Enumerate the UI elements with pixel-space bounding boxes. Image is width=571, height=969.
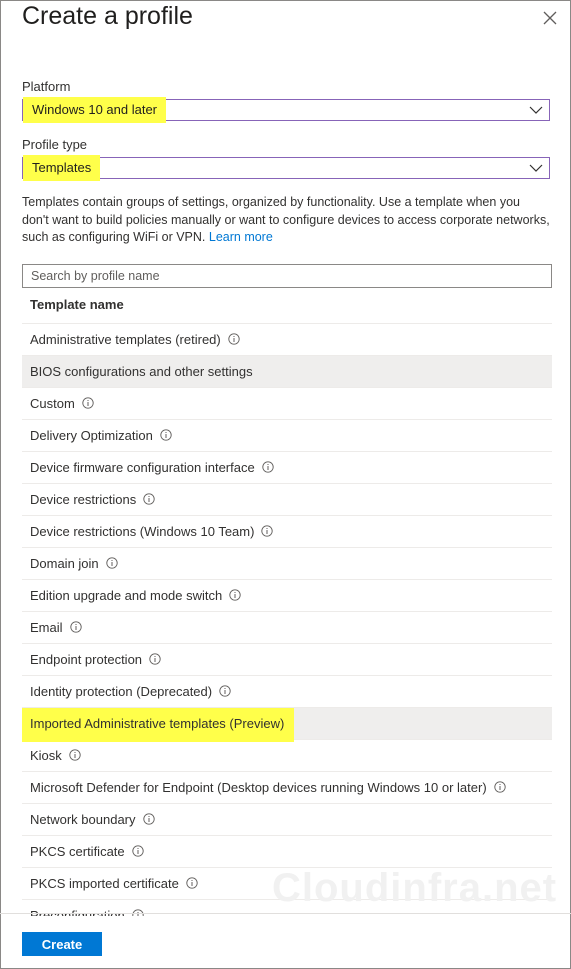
- info-icon[interactable]: [229, 589, 241, 601]
- template-name: PKCS certificate: [30, 844, 125, 859]
- template-row[interactable]: Email: [22, 612, 552, 644]
- template-name: Imported Administrative templates (Previ…: [30, 716, 285, 731]
- template-row[interactable]: Device restrictions (Windows 10 Team): [22, 516, 552, 548]
- profile-type-description: Templates contain groups of settings, or…: [22, 194, 550, 247]
- template-list: Administrative templates (retired) BIOS c…: [22, 324, 552, 916]
- template-row[interactable]: Network boundary: [22, 804, 552, 836]
- template-name: Edition upgrade and mode switch: [30, 588, 223, 603]
- info-icon[interactable]: [228, 333, 240, 345]
- template-name: Custom: [30, 396, 75, 411]
- template-name: Endpoint protection: [30, 652, 143, 667]
- template-row[interactable]: Custom: [22, 388, 552, 420]
- template-row[interactable]: Endpoint protection: [22, 644, 552, 676]
- info-icon[interactable]: [494, 781, 506, 793]
- platform-label: Platform: [22, 79, 71, 94]
- template-row-content: Device firmware configuration interface: [30, 460, 274, 475]
- template-name: Delivery Optimization: [30, 428, 153, 443]
- template-row-content: PKCS imported certificate: [30, 876, 198, 891]
- template-name: Network boundary: [30, 812, 136, 827]
- template-name: Microsoft Defender for Endpoint (Desktop…: [30, 780, 487, 795]
- create-button[interactable]: Create: [22, 932, 102, 956]
- footer-divider: [0, 913, 571, 914]
- template-row[interactable]: Domain join: [22, 548, 552, 580]
- template-name: Device restrictions (Windows 10 Team): [30, 524, 255, 539]
- template-row[interactable]: Delivery Optimization: [22, 420, 552, 452]
- info-icon[interactable]: [143, 493, 155, 505]
- template-row-content: Custom: [30, 396, 94, 411]
- template-row[interactable]: Imported Administrative templates (Previ…: [22, 708, 552, 742]
- profile-type-select[interactable]: Templates: [22, 155, 550, 181]
- search-input[interactable]: [22, 264, 552, 288]
- template-name: Identity protection (Deprecated): [30, 684, 213, 699]
- template-name: Device restrictions: [30, 492, 137, 507]
- template-row[interactable]: Microsoft Defender for Endpoint (Desktop…: [22, 772, 552, 804]
- template-name: Device firmware configuration interface: [30, 460, 255, 475]
- template-row-content: Imported Administrative templates (Previ…: [30, 716, 284, 731]
- template-row[interactable]: PKCS certificate: [22, 836, 552, 868]
- info-icon[interactable]: [160, 429, 172, 441]
- template-row-content: Endpoint protection: [30, 652, 161, 667]
- template-name: Email: [30, 620, 63, 635]
- template-row-content: Microsoft Defender for Endpoint (Desktop…: [30, 780, 506, 795]
- template-row[interactable]: Edition upgrade and mode switch: [22, 580, 552, 612]
- template-row[interactable]: Device restrictions: [22, 484, 552, 516]
- info-icon[interactable]: [69, 749, 81, 761]
- template-row-content: Device restrictions: [30, 492, 155, 507]
- template-row-content: BIOS configurations and other settings: [30, 364, 253, 379]
- template-row[interactable]: Identity protection (Deprecated): [22, 676, 552, 708]
- info-icon[interactable]: [132, 845, 144, 857]
- info-icon[interactable]: [106, 557, 118, 569]
- info-icon[interactable]: [262, 461, 274, 473]
- template-row-content: Kiosk: [30, 748, 81, 763]
- dialog-title: Create a profile: [22, 2, 193, 30]
- platform-value: Windows 10 and later: [23, 97, 167, 123]
- template-row-content: PKCS certificate: [30, 844, 144, 859]
- learn-more-link[interactable]: Learn more: [209, 230, 273, 244]
- template-row[interactable]: Device firmware configuration interface: [22, 452, 552, 484]
- column-header-label: Template name: [30, 297, 124, 312]
- template-name: Administrative templates (retired): [30, 332, 221, 347]
- info-icon[interactable]: [186, 877, 198, 889]
- info-icon[interactable]: [142, 813, 155, 825]
- template-row[interactable]: Administrative templates (retired): [22, 324, 552, 356]
- info-icon[interactable]: [219, 685, 231, 697]
- template-row[interactable]: Kiosk: [22, 740, 552, 772]
- info-icon[interactable]: [82, 397, 94, 409]
- template-name: Preconfiguration: [30, 908, 125, 916]
- column-header[interactable]: Template name: [22, 291, 552, 324]
- description-text: Templates contain groups of settings, or…: [22, 195, 550, 244]
- template-row-content: Domain join: [30, 556, 118, 571]
- template-row-content: Device restrictions (Windows 10 Team): [30, 524, 274, 539]
- template-name: Kiosk: [30, 748, 62, 763]
- template-row-content: Preconfiguration: [30, 908, 144, 916]
- profile-type-label: Profile type: [22, 137, 88, 152]
- template-row-content: Network boundary: [30, 812, 155, 827]
- close-icon[interactable]: [538, 6, 562, 30]
- template-name: PKCS imported certificate: [30, 876, 179, 891]
- profile-type-value: Templates: [23, 155, 101, 181]
- info-icon[interactable]: [149, 653, 161, 665]
- template-row-content: Administrative templates (retired): [30, 332, 240, 347]
- chevron-down-icon: [529, 103, 543, 117]
- template-row-content: Delivery Optimization: [30, 428, 172, 443]
- template-name: BIOS configurations and other settings: [30, 364, 253, 379]
- template-name: Domain join: [30, 556, 99, 571]
- template-row-content: Edition upgrade and mode switch: [30, 588, 241, 603]
- platform-select[interactable]: Windows 10 and later: [22, 97, 550, 123]
- template-row-content: Identity protection (Deprecated): [30, 684, 231, 699]
- template-row[interactable]: PKCS imported certificate: [22, 868, 552, 900]
- info-icon[interactable]: [69, 621, 82, 633]
- template-row-content: Email: [30, 620, 82, 635]
- info-icon[interactable]: [261, 525, 274, 537]
- chevron-down-icon: [529, 161, 543, 175]
- template-row[interactable]: BIOS configurations and other settings: [22, 356, 552, 388]
